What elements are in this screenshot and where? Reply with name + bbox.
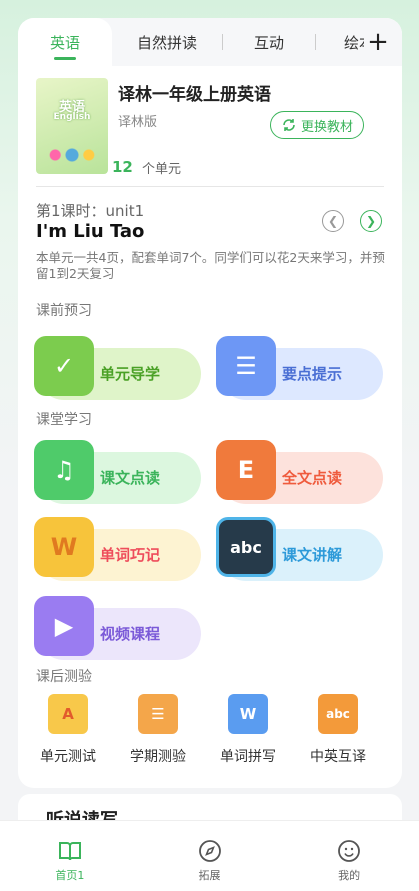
next-lesson-button[interactable]: ❯ — [360, 210, 382, 232]
text-explain-button[interactable]: abc 课文讲解 — [216, 517, 383, 581]
text-explain-label: 课文讲解 — [282, 546, 343, 564]
book-edition: 译林版 — [118, 115, 158, 130]
category-tabs: 英语 自然拼读 互动 绘本 + — [18, 18, 402, 66]
tab-english[interactable]: 英语 — [18, 18, 112, 66]
key-points-button[interactable]: ☰ 要点提示 — [216, 336, 383, 400]
word-spelling-label: 单词拼写 — [220, 749, 276, 765]
translation-button[interactable]: abc 中英互译 — [296, 694, 380, 766]
nav-home-label: 首页1 — [55, 869, 85, 882]
word-memory-label: 单词巧记 — [100, 546, 161, 564]
abc-card-icon: abc — [318, 694, 358, 734]
previous-lesson-button[interactable]: ❮ — [322, 210, 344, 232]
chevron-left-icon: ❮ — [327, 214, 339, 228]
unit-test-button[interactable]: A 单元测试 — [26, 694, 110, 766]
abc-board-icon: abc — [216, 517, 276, 577]
tab-phonics[interactable]: 自然拼读 — [112, 18, 222, 66]
section-classroom-title: 课堂学习 — [36, 412, 92, 428]
a-paper-icon: A — [48, 694, 88, 734]
compass-icon — [197, 839, 223, 863]
section-after-class-title: 课后测验 — [36, 669, 92, 685]
course-card: 英语 自然拼读 互动 绘本 + 英语 English 译林一年级上册英语 译林版… — [18, 18, 402, 788]
section-preview-title: 课前预习 — [36, 303, 92, 319]
full-text-read-button[interactable]: E 全文点读 — [216, 440, 383, 504]
divider — [36, 186, 384, 187]
bottom-navigation: 首页1 拓展 我的 — [0, 820, 419, 891]
book-title: 译林一年级上册英语 — [118, 85, 271, 105]
nav-home[interactable]: 首页1 — [0, 821, 140, 891]
unit-label: 个单元 — [142, 162, 182, 177]
text-read-button[interactable]: ♫ 课文点读 — [34, 440, 201, 504]
word-memory-button[interactable]: W 单词巧记 — [34, 517, 201, 581]
doc-pencil-icon: ☰ — [138, 694, 178, 734]
text-read-label: 课文点读 — [100, 469, 161, 487]
nav-profile[interactable]: 我的 — [279, 821, 419, 891]
switch-textbook-label: 更换教材 — [300, 119, 353, 135]
full-text-read-label: 全文点读 — [282, 469, 343, 487]
lesson-description: 本单元一共4页，配套单词7个。同学们可以花2天来学习，并预留1到2天复习 — [36, 250, 385, 281]
w-pen-icon: W — [228, 694, 268, 734]
nav-explore-label: 拓展 — [198, 869, 221, 882]
video-course-label: 视频课程 — [100, 625, 161, 643]
key-points-label: 要点提示 — [282, 365, 343, 383]
unit-count: 12 — [112, 158, 133, 176]
checkmark-book-icon: ✓ — [34, 336, 94, 396]
nav-explore[interactable]: 拓展 — [140, 821, 280, 891]
chevron-right-icon: ❯ — [365, 214, 377, 228]
nav-profile-label: 我的 — [338, 869, 361, 882]
music-book-icon: ♫ — [34, 440, 94, 500]
add-tab-button[interactable]: + — [364, 27, 392, 57]
unit-guide-button[interactable]: ✓ 单元导学 — [34, 336, 201, 400]
video-camera-icon: ▶ — [34, 596, 94, 656]
video-course-button[interactable]: ▶ 视频课程 — [34, 596, 201, 660]
plus-icon: + — [367, 27, 389, 57]
tab-interactive[interactable]: 互动 — [223, 18, 315, 66]
book-cover[interactable]: 英语 English — [36, 78, 108, 174]
refresh-icon — [283, 119, 295, 131]
unit-test-label: 单元测试 — [40, 749, 96, 765]
cover-illustration — [44, 144, 100, 166]
translation-label: 中英互译 — [310, 749, 366, 765]
word-spelling-button[interactable]: W 单词拼写 — [206, 694, 290, 766]
unit-guide-label: 单元导学 — [100, 365, 161, 383]
semester-test-label: 学期测验 — [130, 749, 186, 765]
list-icon: ☰ — [216, 336, 276, 396]
book-open-icon — [57, 839, 83, 863]
switch-textbook-button[interactable]: 更换教材 — [270, 111, 364, 139]
e-book-icon: E — [216, 440, 276, 500]
cover-subtitle: English — [53, 112, 91, 122]
w-card-icon: W — [34, 517, 94, 577]
smiley-icon — [336, 839, 362, 863]
lesson-title: I'm Liu Tao — [36, 221, 145, 242]
lesson-number: 第1课时：unit1 — [36, 202, 145, 220]
tab-picture-books[interactable]: 绘本 — [316, 18, 366, 66]
semester-test-button[interactable]: ☰ 学期测验 — [116, 694, 200, 766]
